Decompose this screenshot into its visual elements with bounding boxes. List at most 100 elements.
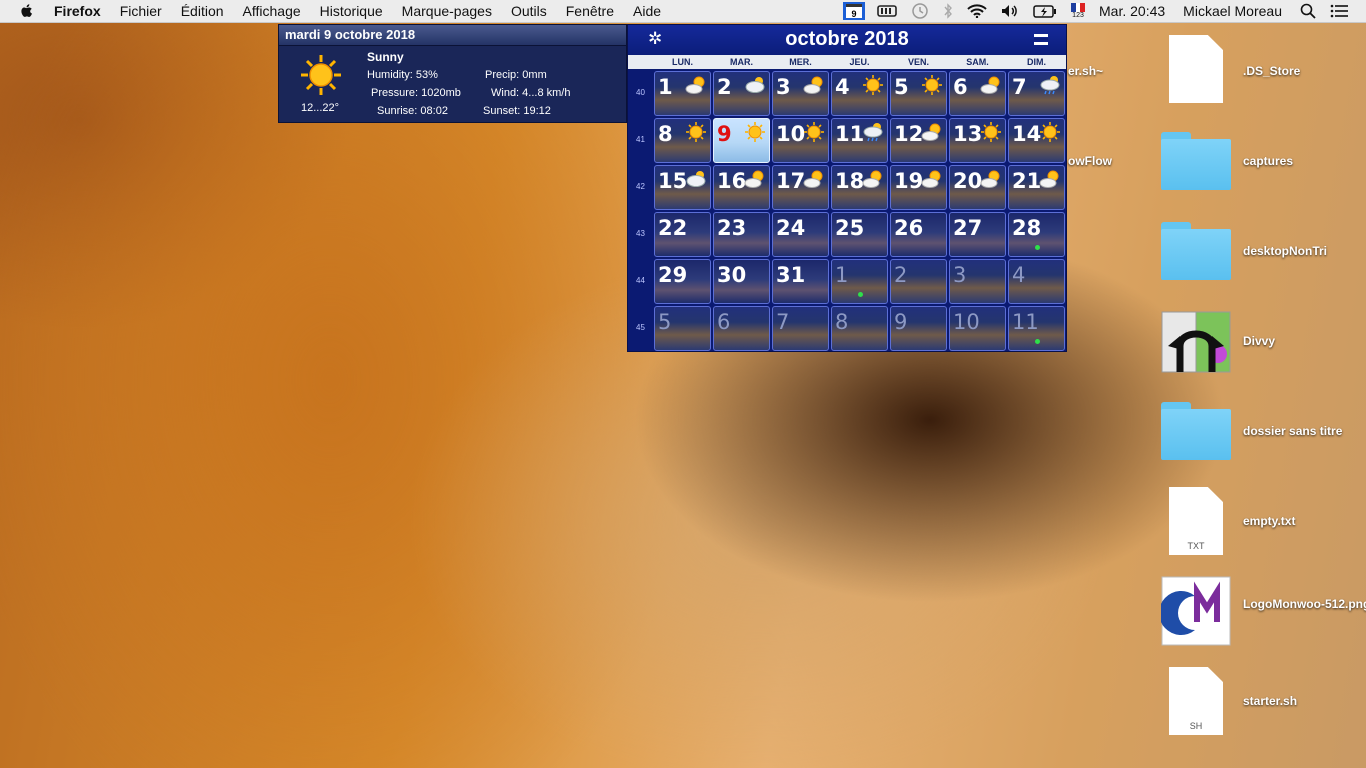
menu-aide[interactable]: Aide — [633, 3, 661, 19]
calendar-day[interactable]: 29 — [654, 259, 711, 304]
wifi-icon[interactable] — [967, 4, 987, 18]
desktop-icon-label[interactable]: .DS_Store — [1243, 64, 1300, 78]
calendar-day[interactable]: 30 — [713, 259, 770, 304]
calendar-day[interactable]: 5 — [654, 306, 711, 351]
menu-outils[interactable]: Outils — [511, 3, 547, 19]
calendar-day-number: 14 — [1012, 122, 1042, 146]
desktop-icon-starter-sh[interactable]: SH — [1169, 667, 1223, 735]
folder-icon — [1161, 402, 1231, 460]
weekday-header: LUN. MAR. MER. JEU. VEN. SAM. DIM. — [628, 55, 1066, 69]
calendar-day[interactable]: 5 — [890, 71, 947, 116]
partly-cloudy-weather-icon — [980, 168, 1002, 190]
calendar-day[interactable]: 21 — [1008, 165, 1065, 210]
menu-clock[interactable]: Mar. 20:43 — [1099, 3, 1165, 19]
time-machine-icon[interactable] — [911, 2, 929, 20]
calendar-day[interactable]: 31 — [772, 259, 829, 304]
desktop-icon-dossier-sans-titre[interactable] — [1161, 402, 1231, 460]
calendar-day-number: 9 — [894, 310, 908, 334]
menu-fichier[interactable]: Fichier — [120, 3, 162, 19]
desktop-partial-label[interactable]: owFlow — [1068, 154, 1112, 168]
calendar-day[interactable]: 3 — [772, 71, 829, 116]
desktop-icon-label[interactable]: desktopNonTri — [1243, 244, 1327, 258]
battery-icon[interactable] — [1033, 4, 1057, 18]
menu-bar: Firefox Fichier Édition Affichage Histor… — [0, 0, 1366, 23]
calendar-day[interactable]: 10 — [949, 306, 1006, 351]
calendar-day[interactable]: 26 — [890, 212, 947, 257]
calendar-day[interactable]: 24 — [772, 212, 829, 257]
calendar-day[interactable]: 11 — [1008, 306, 1065, 351]
desktop-icon-desktopnontri[interactable] — [1161, 222, 1231, 280]
calendar-day[interactable]: 16 — [713, 165, 770, 210]
calendar-menu-icon[interactable] — [1034, 34, 1048, 45]
calendar-day[interactable]: 1 — [831, 259, 888, 304]
menu-edition[interactable]: Édition — [181, 3, 224, 19]
notification-center-icon[interactable] — [1330, 4, 1348, 18]
menu-user[interactable]: Mickael Moreau — [1183, 3, 1282, 19]
calendar-day[interactable]: 7 — [1008, 71, 1065, 116]
memory-icon[interactable] — [877, 4, 897, 18]
desktop-icon-divvy[interactable] — [1160, 310, 1232, 381]
desktop-icon-captures[interactable] — [1161, 132, 1231, 190]
calendar-day[interactable]: 12 — [890, 118, 947, 163]
menu-firefox[interactable]: Firefox — [54, 3, 101, 19]
calendar-day-number: 11 — [1012, 310, 1039, 334]
calendar-day[interactable]: 2 — [713, 71, 770, 116]
menu-historique[interactable]: Historique — [320, 3, 383, 19]
calendar-day[interactable]: 11 — [831, 118, 888, 163]
weather-temperature: 12...22° — [301, 102, 340, 114]
calendar-day[interactable]: 17 — [772, 165, 829, 210]
desktop-icon-label[interactable]: dossier sans titre — [1243, 424, 1342, 438]
calendar-day[interactable]: 18 — [831, 165, 888, 210]
calendar-day[interactable]: 7 — [772, 306, 829, 351]
desktop-icon-logomonwoo[interactable] — [1159, 576, 1231, 651]
bluetooth-icon[interactable] — [943, 3, 953, 19]
calendar-day[interactable]: 3 — [949, 259, 1006, 304]
menu-affichage[interactable]: Affichage — [243, 3, 301, 19]
week-number: 45 — [636, 323, 645, 332]
calendar-day[interactable]: 6 — [713, 306, 770, 351]
sunny-weather-icon — [862, 74, 884, 96]
calendar-day[interactable]: 8 — [654, 118, 711, 163]
desktop-icon-label[interactable]: Divvy — [1243, 334, 1275, 348]
desktop-icon-label[interactable]: starter.sh — [1243, 694, 1297, 708]
calendar-day[interactable]: 4 — [831, 71, 888, 116]
calendar-day[interactable]: 14 — [1008, 118, 1065, 163]
desktop-partial-label[interactable]: er.sh~ — [1068, 64, 1103, 78]
desktop-icon-label[interactable]: captures — [1243, 154, 1293, 168]
spotlight-search-icon[interactable] — [1300, 3, 1316, 19]
calendar-day[interactable]: 10 — [772, 118, 829, 163]
desktop-icon-empty-txt[interactable]: TXT — [1169, 487, 1223, 555]
calendar-day[interactable]: 23 — [713, 212, 770, 257]
desktop-icon-label[interactable]: empty.txt — [1243, 514, 1295, 528]
apple-icon[interactable] — [18, 3, 36, 19]
calendar-day[interactable]: 27 — [949, 212, 1006, 257]
calendar-day[interactable]: 6 — [949, 71, 1006, 116]
calendar-day[interactable]: 15 — [654, 165, 711, 210]
calendar-day-number: 20 — [953, 169, 983, 193]
desktop-icon-label[interactable]: LogoMonwoo-512.png — [1243, 597, 1366, 611]
calendar-day[interactable]: 25 — [831, 212, 888, 257]
menu-fenetre[interactable]: Fenêtre — [566, 3, 614, 19]
calendar-menu-icon[interactable]: 9 — [843, 2, 866, 20]
partly-cloudy-weather-icon — [803, 74, 825, 96]
calendar-day[interactable]: 1 — [654, 71, 711, 116]
calendar-day[interactable]: 28 — [1008, 212, 1065, 257]
calendar-day[interactable]: 4 — [1008, 259, 1065, 304]
calendar-day[interactable]: 19 — [890, 165, 947, 210]
calendar-day[interactable]: 13 — [949, 118, 1006, 163]
calendar-day[interactable]: 8 — [831, 306, 888, 351]
calendar-day[interactable]: 2 — [890, 259, 947, 304]
volume-icon[interactable] — [1001, 4, 1019, 18]
calendar-day-today[interactable]: 9 — [713, 118, 770, 163]
calendar-day[interactable]: 22 — [654, 212, 711, 257]
desktop-icon-ds-store[interactable] — [1169, 35, 1223, 103]
rain-weather-icon — [862, 121, 884, 143]
calendar-month-title: octobre 2018 — [785, 28, 909, 50]
menu-marque-pages[interactable]: Marque-pages — [402, 3, 492, 19]
partly-cloudy-weather-icon — [803, 168, 825, 190]
calendar-day-number: 8 — [835, 310, 849, 334]
calendar-day[interactable]: 20 — [949, 165, 1006, 210]
calendar-day-number: 24 — [776, 216, 806, 240]
input-source-flag-icon[interactable]: 123 — [1071, 3, 1086, 19]
calendar-day[interactable]: 9 — [890, 306, 947, 351]
